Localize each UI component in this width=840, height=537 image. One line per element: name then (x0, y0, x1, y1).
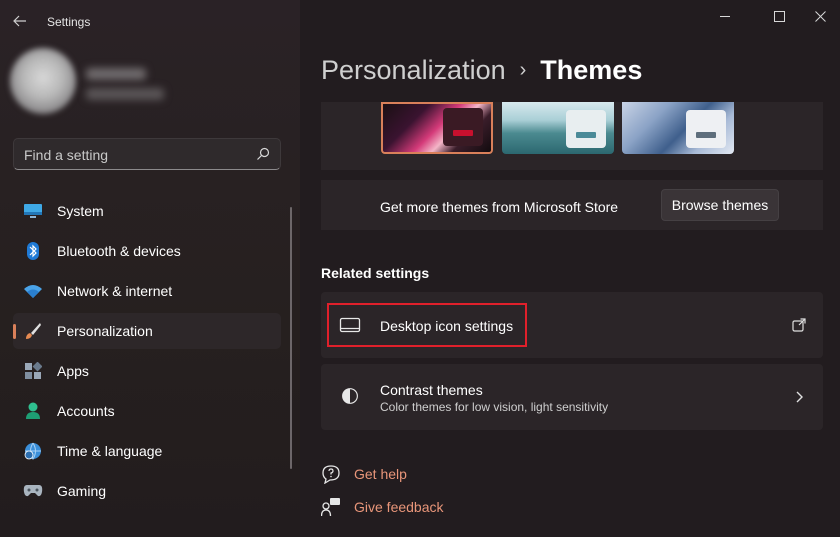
theme-accent-bar (453, 130, 473, 136)
theme-thumbnail[interactable] (502, 102, 614, 154)
contrast-icon (342, 388, 358, 404)
feedback-icon (321, 498, 340, 517)
sidebar-item-label: Apps (57, 363, 89, 379)
sidebar-item-label: Bluetooth & devices (57, 243, 181, 259)
avatar[interactable] (10, 48, 76, 114)
theme-preview-window (686, 110, 726, 148)
help-chat-icon (322, 465, 340, 484)
active-indicator (13, 324, 16, 339)
back-button[interactable] (8, 10, 32, 32)
theme-thumbnail[interactable] (381, 102, 493, 154)
sidebar-item-time-language[interactable]: Time & language (13, 433, 281, 469)
page-title: Themes (540, 55, 643, 85)
monitor-icon (23, 202, 43, 220)
title-bar: Settings (0, 0, 840, 42)
apps-icon (23, 362, 43, 380)
sidebar-item-system[interactable]: System (13, 193, 281, 229)
maximize-icon (773, 10, 785, 22)
sidebar-item-gaming[interactable]: Gaming (13, 473, 281, 509)
person-icon (23, 402, 43, 420)
highlight-box (327, 303, 527, 347)
give-feedback-label: Give feedback (354, 499, 444, 515)
desktop-icon-settings-card[interactable]: Desktop icon settings (321, 292, 823, 358)
sidebar-item-label: Gaming (57, 483, 107, 499)
browse-themes-button[interactable]: Browse themes (661, 189, 779, 221)
profile-email-redacted (86, 88, 164, 100)
microsoft-store-card: Get more themes from Microsoft Store Bro… (321, 180, 823, 230)
minimize-button[interactable] (702, 0, 748, 32)
contrast-themes-card[interactable]: Contrast themes Color themes for low vis… (321, 364, 823, 430)
search-box[interactable]: Find a setting (13, 138, 281, 170)
breadcrumb: Personalization › Themes (321, 55, 642, 86)
sidebar-scrollbar[interactable] (290, 207, 292, 469)
search-icon[interactable] (256, 147, 270, 161)
brush-icon (23, 322, 43, 340)
sidebar-item-label: Accounts (57, 403, 115, 419)
contrast-themes-label: Contrast themes (380, 382, 483, 398)
profile-name-redacted (86, 68, 146, 80)
contrast-themes-description: Color themes for low vision, light sensi… (380, 400, 609, 414)
close-button[interactable] (797, 0, 840, 32)
sidebar-item-network[interactable]: Network & internet (13, 273, 281, 309)
sidebar-item-bluetooth[interactable]: Bluetooth & devices (13, 233, 281, 269)
theme-accent-bar (696, 132, 716, 138)
theme-accent-bar (576, 132, 596, 138)
sidebar-item-label: Time & language (57, 443, 163, 459)
sidebar-item-personalization[interactable]: Personalization (13, 313, 281, 349)
globe-clock-icon (23, 442, 43, 460)
store-text: Get more themes from Microsoft Store (380, 199, 619, 215)
open-external-icon (792, 318, 806, 332)
search-input[interactable]: Find a setting (24, 147, 108, 163)
sidebar-item-apps[interactable]: Apps (13, 353, 281, 389)
gamepad-icon (23, 482, 43, 500)
related-settings-heading: Related settings (321, 265, 430, 281)
bluetooth-icon (23, 242, 43, 260)
wifi-icon (23, 282, 43, 300)
minimize-icon (720, 15, 730, 17)
sidebar-item-label: Personalization (57, 323, 153, 339)
back-arrow-icon (13, 15, 26, 27)
sidebar-item-label: System (57, 203, 104, 219)
get-help-label: Get help (354, 466, 407, 482)
breadcrumb-parent[interactable]: Personalization (321, 55, 506, 85)
app-title: Settings (47, 15, 91, 29)
theme-preview-window (566, 110, 606, 148)
chevron-right-icon (796, 391, 803, 403)
close-icon (814, 10, 826, 22)
sidebar-item-label: Network & internet (57, 283, 173, 299)
theme-thumbnail[interactable] (622, 102, 734, 154)
sidebar-item-accounts[interactable]: Accounts (13, 393, 281, 429)
maximize-button[interactable] (756, 0, 802, 32)
theme-preview-window (443, 108, 483, 146)
breadcrumb-separator: › (519, 59, 527, 81)
